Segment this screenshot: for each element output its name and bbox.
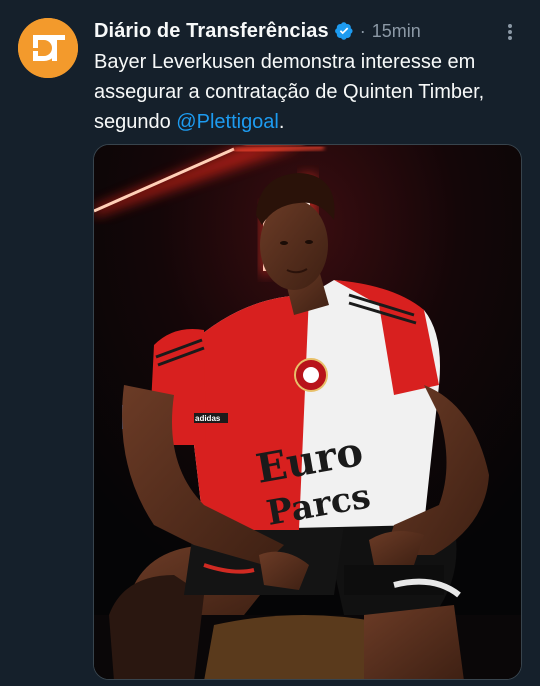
tweet[interactable]: Diário de Transferências · 15min Bayer L… <box>0 0 540 686</box>
tweet-text-body: Bayer Leverkusen demonstra interesse em … <box>94 51 485 133</box>
display-name[interactable]: Diário de Transferências <box>94 20 329 43</box>
tweet-header: Diário de Transferências · 15min <box>94 17 421 45</box>
tweet-text: Bayer Leverkusen demonstra interesse em … <box>94 47 514 137</box>
separator: · <box>359 20 366 41</box>
kit-brand: adidas <box>195 414 221 423</box>
avatar[interactable] <box>18 18 78 78</box>
player-photo: Euro Parcs adidas <box>94 145 521 679</box>
tweet-text-end: . <box>278 111 285 133</box>
avatar-logo-icon <box>18 18 78 78</box>
timestamp[interactable]: 15min <box>372 21 421 42</box>
verified-badge-icon <box>334 21 354 41</box>
tweet-media-image[interactable]: Euro Parcs adidas <box>93 144 522 680</box>
mention-link[interactable]: @Plettigoal <box>176 111 279 133</box>
more-options-icon[interactable] <box>500 22 520 42</box>
